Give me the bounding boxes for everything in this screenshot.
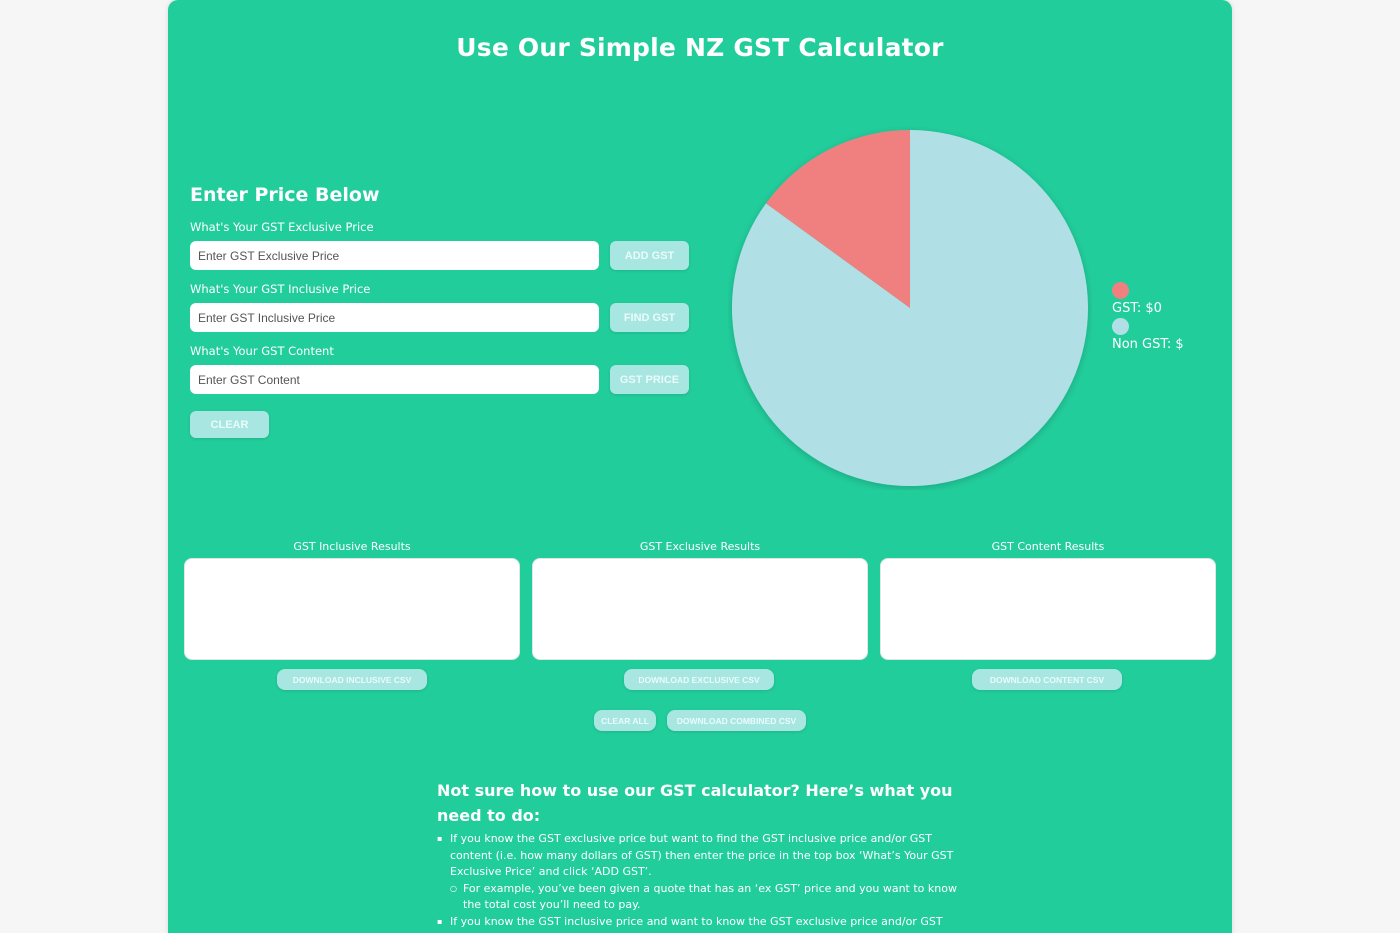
non-gst-legend-label: Non GST: $ — [1112, 337, 1184, 352]
exclusive-price-label: What's Your GST Exclusive Price — [190, 220, 374, 234]
download-combined-csv-button[interactable]: DOWNLOAD COMBINED CSV — [667, 710, 806, 731]
gst-pie-chart — [732, 130, 1088, 486]
clear-button[interactable]: CLEAR — [190, 411, 269, 438]
exclusive-price-input[interactable] — [190, 241, 599, 270]
clear-all-button[interactable]: CLEAR ALL — [594, 710, 656, 731]
help-sub-item: For example, you’ve been given a quote t… — [437, 881, 957, 914]
gst-legend-dot — [1112, 282, 1129, 299]
help-item: If you know the GST inclusive price and … — [437, 914, 957, 931]
help-item: If you know the GST exclusive price but … — [437, 831, 957, 881]
download-inclusive-csv-button[interactable]: DOWNLOAD INCLUSIVE CSV — [277, 669, 427, 690]
inclusive-results-label: GST Inclusive Results — [293, 540, 411, 553]
calculator-card: Use Our Simple NZ GST Calculator Enter P… — [168, 0, 1232, 933]
gst-price-button[interactable]: GST PRICE — [610, 365, 689, 394]
help-heading: Not sure how to use our GST calculator? … — [437, 781, 953, 825]
add-gst-button[interactable]: ADD GST — [610, 241, 689, 270]
inclusive-results-box[interactable] — [184, 558, 520, 660]
inclusive-price-label: What's Your GST Inclusive Price — [190, 282, 371, 296]
download-content-csv-button[interactable]: DOWNLOAD CONTENT CSV — [972, 669, 1122, 690]
content-results-box[interactable] — [880, 558, 1216, 660]
section-title: Enter Price Below — [190, 184, 380, 206]
download-exclusive-csv-button[interactable]: DOWNLOAD EXCLUSIVE CSV — [624, 669, 774, 690]
non-gst-legend-dot — [1112, 318, 1129, 335]
inclusive-price-input[interactable] — [190, 303, 599, 332]
gst-content-input[interactable] — [190, 365, 599, 394]
help-list: If you know the GST exclusive price but … — [437, 831, 957, 930]
exclusive-results-label: GST Exclusive Results — [639, 540, 761, 553]
exclusive-results-box[interactable] — [532, 558, 868, 660]
find-gst-button[interactable]: FIND GST — [610, 303, 689, 332]
page-title: Use Our Simple NZ GST Calculator — [456, 33, 944, 62]
content-results-label: GST Content Results — [991, 540, 1105, 553]
gst-legend-label: GST: $0 — [1112, 301, 1162, 316]
gst-content-label: What's Your GST Content — [190, 344, 334, 358]
